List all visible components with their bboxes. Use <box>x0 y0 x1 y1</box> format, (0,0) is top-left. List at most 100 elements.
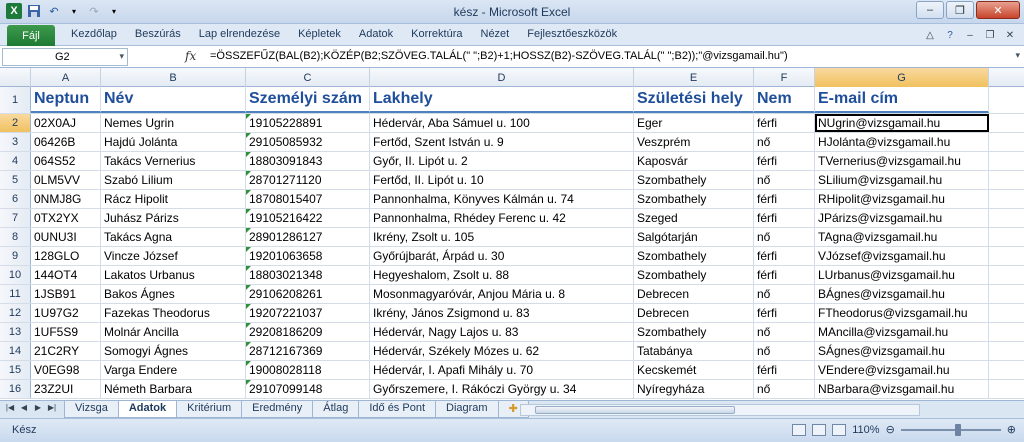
row-number[interactable]: 6 <box>0 190 31 208</box>
cell-a[interactable]: 0UNU3I <box>31 228 101 246</box>
normal-view-icon[interactable] <box>792 423 807 436</box>
cell-c[interactable]: 18803091843 <box>246 152 370 170</box>
help-icon[interactable]: ? <box>942 27 958 43</box>
cell-d[interactable]: Hédervár, Nagy Lajos u. 83 <box>370 323 634 341</box>
last-sheet-icon[interactable]: ▶| <box>46 403 58 412</box>
cell-a[interactable]: 0LM5VV <box>31 171 101 189</box>
cell-a[interactable]: 21C2RY <box>31 342 101 360</box>
cell-e[interactable]: Salgótarján <box>634 228 754 246</box>
row-number[interactable]: 14 <box>0 342 31 360</box>
cell-f[interactable]: nő <box>754 228 815 246</box>
cell-c[interactable]: 19008028118 <box>246 361 370 379</box>
zoom-slider-knob[interactable] <box>954 423 961 436</box>
cell-f[interactable]: férfi <box>754 209 815 227</box>
cell-e[interactable]: Eger <box>634 114 754 132</box>
cell-e[interactable]: Kecskemét <box>634 361 754 379</box>
cell-c[interactable]: 19105216422 <box>246 209 370 227</box>
cell-f[interactable]: férfi <box>754 152 815 170</box>
header-cell-b[interactable]: Név <box>101 87 246 113</box>
cell-a[interactable]: 1UF5S9 <box>31 323 101 341</box>
cell-d[interactable]: Győr, II. Lipót u. 2 <box>370 152 634 170</box>
cell-e[interactable]: Szombathely <box>634 247 754 265</box>
cell-g[interactable]: SÁgnes@vizsgamail.hu <box>815 342 989 360</box>
header-cell-e[interactable]: Születési hely <box>634 87 754 113</box>
doc-restore-icon[interactable]: ❐ <box>982 27 998 43</box>
column-header-a[interactable]: A <box>31 68 101 87</box>
cell-b[interactable]: Takács Agna <box>101 228 246 246</box>
cell-c[interactable]: 29107099148 <box>246 380 370 398</box>
cell-c[interactable]: 28901286127 <box>246 228 370 246</box>
row-number[interactable]: 9 <box>0 247 31 265</box>
name-box[interactable]: G2 ▾ <box>2 48 128 66</box>
cell-e[interactable]: Tatabánya <box>634 342 754 360</box>
tab-formulas[interactable]: Képletek <box>289 28 350 40</box>
cell-g[interactable]: NUgrin@vizsgamail.hu <box>815 114 989 132</box>
column-header-f[interactable]: F <box>754 68 815 87</box>
cell-b[interactable]: Takács Vernerius <box>101 152 246 170</box>
cell-e[interactable]: Szombathely <box>634 323 754 341</box>
cell-b[interactable]: Juhász Párizs <box>101 209 246 227</box>
file-tab[interactable]: Fájl <box>7 25 55 46</box>
cell-c[interactable]: 19201063658 <box>246 247 370 265</box>
cell-d[interactable]: Győrújbarát, Árpád u. 30 <box>370 247 634 265</box>
column-header-c[interactable]: C <box>246 68 370 87</box>
cell-d[interactable]: Fertőd, Szent István u. 9 <box>370 133 634 151</box>
sheet-tab[interactable]: Eredmény <box>241 401 314 418</box>
page-layout-view-icon[interactable] <box>812 423 827 436</box>
cell-e[interactable]: Debrecen <box>634 304 754 322</box>
horizontal-scrollbar[interactable] <box>520 404 920 416</box>
cell-b[interactable]: Vincze József <box>101 247 246 265</box>
tab-review[interactable]: Korrektúra <box>402 28 471 40</box>
row-number[interactable]: 10 <box>0 266 31 284</box>
cell-f[interactable]: nő <box>754 323 815 341</box>
header-cell-a[interactable]: Neptun <box>31 87 101 113</box>
cell-b[interactable]: Rácz Hipolit <box>101 190 246 208</box>
formula-input[interactable]: =ÖSSZEFŰZ(BAL(B2);KÖZÉP(B2;SZÖVEG.TALÁL(… <box>210 50 788 62</box>
cell-e[interactable]: Szeged <box>634 209 754 227</box>
page-break-view-icon[interactable] <box>832 423 847 436</box>
cell-c[interactable]: 19207221037 <box>246 304 370 322</box>
worksheet-grid[interactable]: ABCDEFG 1 Neptun Név Személyi szám Lakhely Sz… <box>0 68 1024 400</box>
column-header-e[interactable]: E <box>634 68 754 87</box>
expand-formula-bar-icon[interactable]: ▾ <box>1015 50 1020 61</box>
cell-f[interactable]: nő <box>754 342 815 360</box>
row-number[interactable]: 11 <box>0 285 31 303</box>
row-number[interactable]: 1 <box>0 87 31 113</box>
zoom-out-icon[interactable]: ⊖ <box>886 423 895 436</box>
cell-b[interactable]: Nemes Ugrin <box>101 114 246 132</box>
cell-a[interactable]: 128GLO <box>31 247 101 265</box>
cell-c[interactable]: 19105228891 <box>246 114 370 132</box>
header-cell-f[interactable]: Nem <box>754 87 815 113</box>
cell-g[interactable]: VEndere@vizsgamail.hu <box>815 361 989 379</box>
row-number[interactable]: 15 <box>0 361 31 379</box>
cell-b[interactable]: Fazekas Theodorus <box>101 304 246 322</box>
doc-close-icon[interactable]: ✕ <box>1002 27 1018 43</box>
cell-c[interactable]: 18803021348 <box>246 266 370 284</box>
sheet-tab[interactable]: Diagram <box>435 401 499 418</box>
row-number[interactable]: 4 <box>0 152 31 170</box>
row-number[interactable]: 3 <box>0 133 31 151</box>
cell-c[interactable]: 29208186209 <box>246 323 370 341</box>
cell-d[interactable]: Fertőd, II. Lipót u. 10 <box>370 171 634 189</box>
cell-d[interactable]: Mosonmagyaróvár, Anjou Mária u. 8 <box>370 285 634 303</box>
minimize-icon[interactable]: – <box>916 1 944 19</box>
column-header-d[interactable]: D <box>370 68 634 87</box>
cell-d[interactable]: Hédervár, Aba Sámuel u. 100 <box>370 114 634 132</box>
cell-f[interactable]: nő <box>754 133 815 151</box>
tab-data[interactable]: Adatok <box>350 28 402 40</box>
cell-g[interactable]: TVernerius@vizsgamail.hu <box>815 152 989 170</box>
close-icon[interactable]: ✕ <box>976 1 1020 19</box>
name-box-dropdown-icon[interactable]: ▾ <box>119 51 124 62</box>
cell-a[interactable]: 064S52 <box>31 152 101 170</box>
cell-g[interactable]: FTheodorus@vizsgamail.hu <box>815 304 989 322</box>
row-number[interactable]: 5 <box>0 171 31 189</box>
cell-b[interactable]: Németh Barbara <box>101 380 246 398</box>
cell-f[interactable]: nő <box>754 380 815 398</box>
header-cell-g[interactable]: E-mail cím <box>815 87 989 113</box>
cell-b[interactable]: Varga Endere <box>101 361 246 379</box>
header-cell-d[interactable]: Lakhely <box>370 87 634 113</box>
header-cell-c[interactable]: Személyi szám <box>246 87 370 113</box>
cell-b[interactable]: Szabó Lilium <box>101 171 246 189</box>
cell-c[interactable]: 28712167369 <box>246 342 370 360</box>
cell-d[interactable]: Hédervár, I. Apafi Mihály u. 70 <box>370 361 634 379</box>
